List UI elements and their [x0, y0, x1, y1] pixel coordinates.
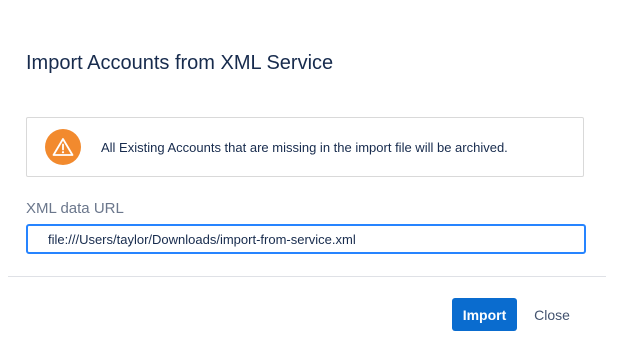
import-dialog: Import Accounts from XML Service All Exi… — [0, 0, 623, 364]
warning-triangle-icon — [45, 129, 81, 165]
warning-text: All Existing Accounts that are missing i… — [101, 140, 508, 155]
warning-message-box: All Existing Accounts that are missing i… — [26, 117, 584, 177]
xml-url-label: XML data URL — [26, 200, 124, 217]
close-button[interactable]: Close — [526, 298, 578, 331]
footer-divider — [8, 276, 606, 277]
import-button[interactable]: Import — [452, 298, 517, 331]
xml-url-input[interactable] — [26, 224, 586, 254]
dialog-title: Import Accounts from XML Service — [26, 52, 334, 74]
